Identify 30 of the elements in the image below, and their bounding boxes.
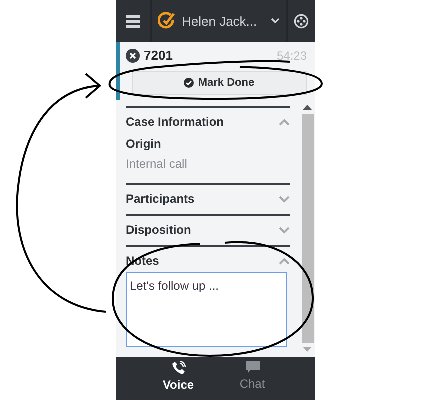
active-call-stripe — [116, 42, 120, 100]
menu-button[interactable] — [116, 0, 150, 42]
status-icon — [158, 12, 176, 30]
chat-bubble-icon — [246, 361, 260, 374]
mark-done-button[interactable]: Mark Done — [132, 71, 307, 95]
agent-name: Helen Jack... — [182, 14, 258, 28]
chat-tab[interactable]: Chat — [226, 357, 280, 400]
scroll-down-icon[interactable] — [303, 347, 312, 353]
chevron-down-icon[interactable] — [279, 196, 290, 202]
section-title[interactable]: Case Information — [126, 115, 224, 129]
call-duration: 54:23 — [276, 48, 307, 62]
check-circle-icon — [184, 78, 194, 88]
voice-tab[interactable]: Voice — [152, 357, 206, 400]
settings-button[interactable] — [288, 0, 315, 42]
section-title[interactable]: Participants — [126, 192, 195, 206]
agent-status-button[interactable]: Helen Jack... — [152, 0, 286, 42]
scroll-up-icon[interactable] — [303, 104, 312, 110]
call-number: 7201 — [144, 48, 173, 63]
chevron-down-icon[interactable] — [279, 226, 290, 234]
caret-icon — [271, 18, 280, 24]
field-value: Internal call — [126, 157, 188, 171]
phone-icon — [172, 361, 186, 375]
call-ended-icon — [126, 48, 140, 62]
chevron-up-icon[interactable] — [279, 118, 290, 126]
section-title[interactable]: Disposition — [126, 223, 192, 237]
field-label: Origin — [126, 137, 162, 151]
settings-icon — [294, 14, 309, 28]
chevron-up-icon[interactable] — [279, 258, 290, 264]
notes-field[interactable]: Let's follow up ... — [126, 272, 287, 347]
menu-icon — [126, 14, 140, 28]
